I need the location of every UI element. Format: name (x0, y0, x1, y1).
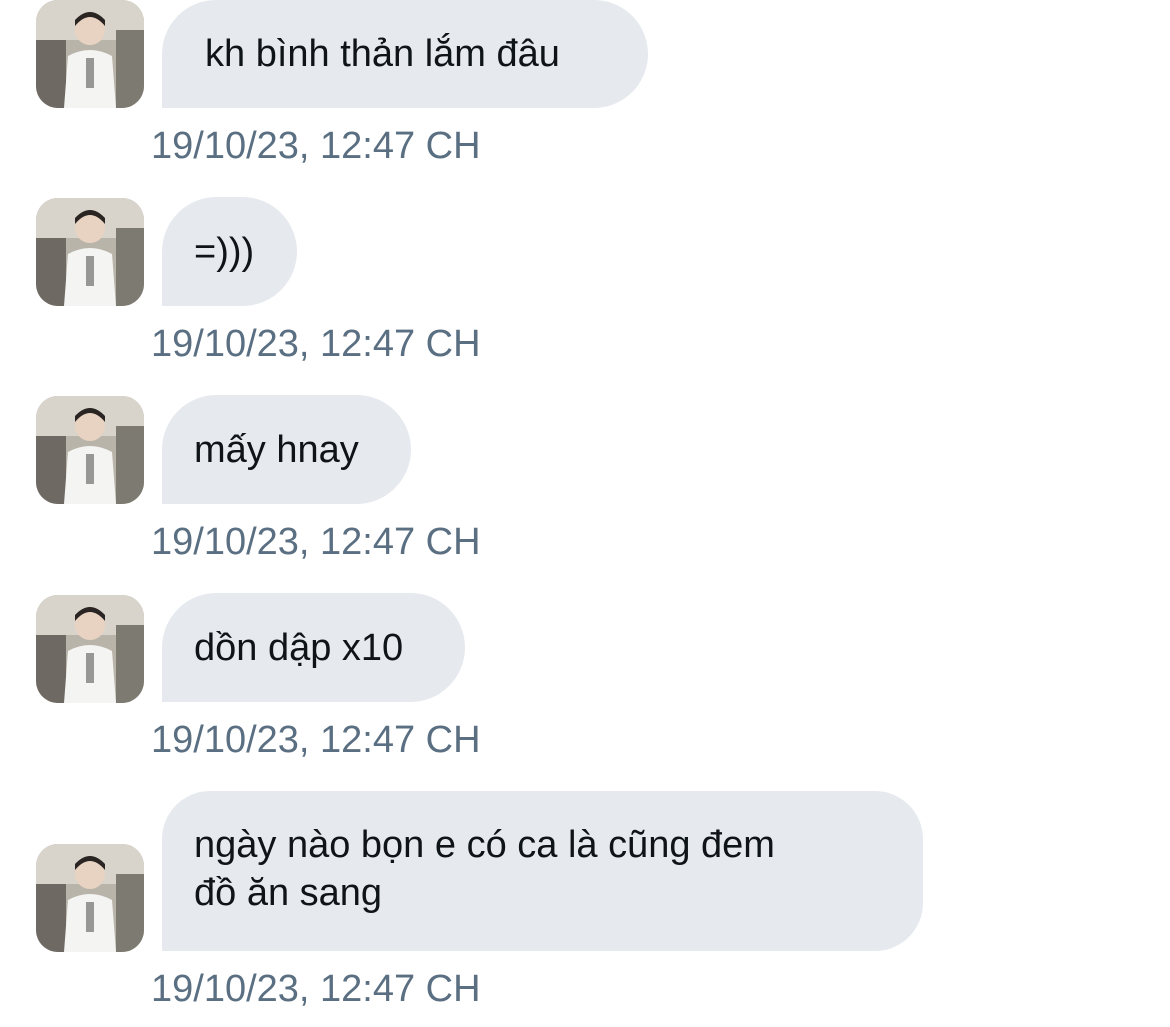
message-timestamp: 19/10/23, 12:47 CH (151, 125, 481, 167)
message-text-line: ngày nào bọn e có ca là cũng đem (194, 824, 775, 866)
message-text-line: đồ ăn sang (194, 872, 383, 914)
message-timestamp: 19/10/23, 12:47 CH (151, 719, 481, 761)
message-text: kh bình thản lắm đâu (205, 33, 560, 75)
message-text: mấy hnay (194, 428, 359, 471)
avatar-photo-icon (36, 595, 144, 703)
message-text: dồn dập x10 (194, 626, 404, 669)
message-bubble[interactable]: dồn dập x10 (162, 593, 465, 702)
avatar-photo-icon (36, 0, 144, 108)
avatar-photo-icon (36, 198, 144, 306)
sender-avatar[interactable] (36, 595, 144, 703)
message-bubble[interactable]: kh bình thản lắm đâu (162, 0, 648, 108)
sender-avatar[interactable] (36, 198, 144, 306)
avatar-photo-icon (36, 396, 144, 504)
sender-avatar[interactable] (36, 396, 144, 504)
message-bubble[interactable]: mấy hnay (162, 395, 411, 504)
sender-avatar[interactable] (36, 0, 144, 108)
message-timestamp: 19/10/23, 12:47 CH (151, 968, 481, 1010)
message-bubble[interactable]: =))) (162, 197, 297, 306)
message-text: =))) (194, 230, 255, 273)
avatar-photo-icon (36, 844, 144, 952)
message-bubble[interactable]: ngày nào bọn e có ca là cũng đem đồ ăn s… (162, 791, 923, 951)
sender-avatar[interactable] (36, 844, 144, 952)
message-timestamp: 19/10/23, 12:47 CH (151, 323, 481, 365)
message-timestamp: 19/10/23, 12:47 CH (151, 521, 481, 563)
